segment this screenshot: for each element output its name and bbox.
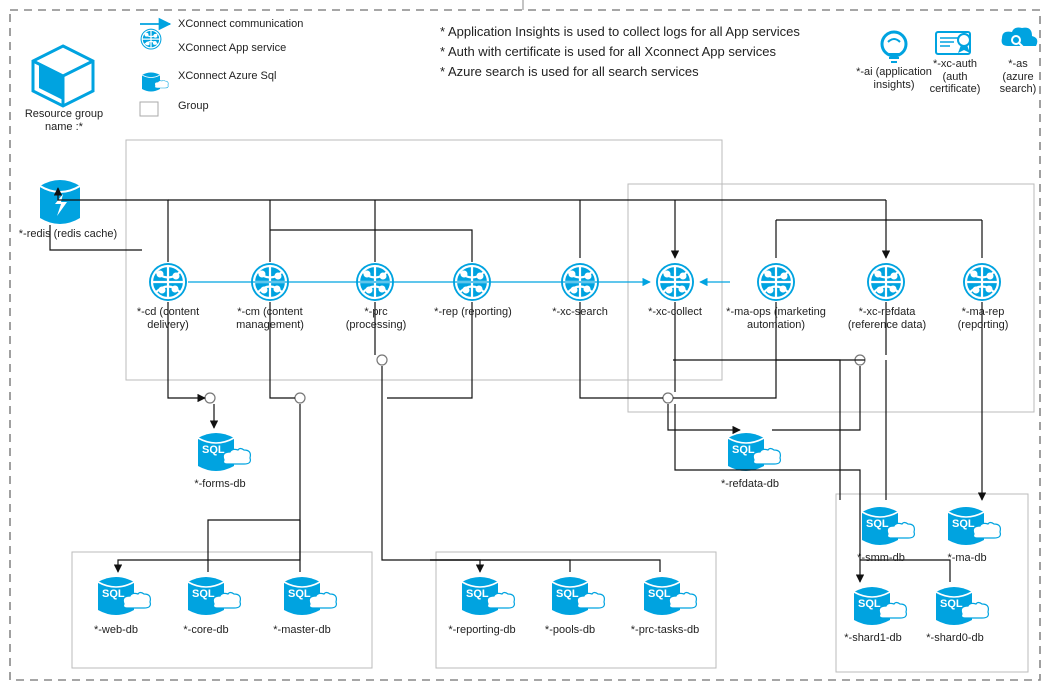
cloud-search-icon [1002, 28, 1038, 49]
redis-label: *-redis (redis cache) [14, 228, 122, 241]
svg-text:SQL: SQL [940, 598, 963, 610]
xcsearch-label: *-xc-search [542, 306, 618, 319]
svg-text:SQL: SQL [732, 444, 755, 456]
svg-text:SQL: SQL [202, 444, 225, 456]
formsdb-label: *-forms-db [180, 478, 260, 491]
reportingdb-label: *-reporting-db [438, 624, 526, 637]
cert-icon [936, 32, 970, 54]
as-label: *-as (azure search) [992, 58, 1044, 96]
smmdb-label: *-smm-db [846, 552, 916, 565]
note-insights: * Application Insights is used to collec… [440, 24, 800, 39]
svg-text:SQL: SQL [556, 588, 579, 600]
poolsdb-label: *-pools-db [534, 624, 606, 637]
svg-text:SQL: SQL [466, 588, 489, 600]
rep-label: *-rep (reporting) [428, 306, 518, 319]
marep-label: *-ma-rep (reporting) [940, 306, 1026, 331]
cd-label: *-cd (content delivery) [118, 306, 218, 331]
xccollect-label: *-xc-collect [640, 306, 710, 319]
legend [140, 24, 170, 116]
shard1db-label: *-shard1-db [834, 632, 912, 645]
redis-icon [40, 180, 80, 224]
coredb-label: *-core-db [170, 624, 242, 637]
svg-text:SQL: SQL [192, 588, 215, 600]
prc-label: *-prc (processing) [336, 306, 416, 331]
prctasksdb-label: *-prc-tasks-db [618, 624, 712, 637]
svg-text:SQL: SQL [952, 518, 975, 530]
svg-text:SQL: SQL [102, 588, 125, 600]
auth-label: *-xc-auth (auth certificate) [920, 58, 990, 96]
diagram-canvas: SQL SQL SQL SQL SQL SQL SQL SQL SQL SQL SQL SQ… [0, 0, 1050, 689]
legend-group: Group [178, 100, 209, 112]
madb-label: *-ma-db [932, 552, 1002, 565]
resource-group-label: Resource group name :* [14, 108, 114, 133]
ai-bulb-icon [882, 32, 906, 62]
resource-cube-icon [33, 46, 93, 106]
maops-label: *-ma-ops (marketing automation) [720, 306, 832, 331]
refdatadb-label: *-refdata-db [708, 478, 792, 491]
webdb-label: *-web-db [80, 624, 152, 637]
legend-communication: XConnect communication [178, 18, 303, 30]
note-auth: * Auth with certificate is used for all … [440, 44, 776, 59]
svg-text:SQL: SQL [866, 518, 889, 530]
shard0db-label: *-shard0-db [916, 632, 994, 645]
note-search: * Azure search is used for all search se… [440, 64, 699, 79]
svg-text:SQL: SQL [648, 588, 671, 600]
xcrefdata-label: *-xc-refdata (reference data) [838, 306, 936, 331]
svg-text:SQL: SQL [288, 588, 311, 600]
masterdb-label: *-master-db [262, 624, 342, 637]
legend-appservice: XConnect App service [178, 42, 286, 54]
svg-text:SQL: SQL [858, 598, 881, 610]
cm-label: *-cm (content management) [222, 306, 318, 331]
legend-sql: XConnect Azure Sql [178, 70, 276, 82]
